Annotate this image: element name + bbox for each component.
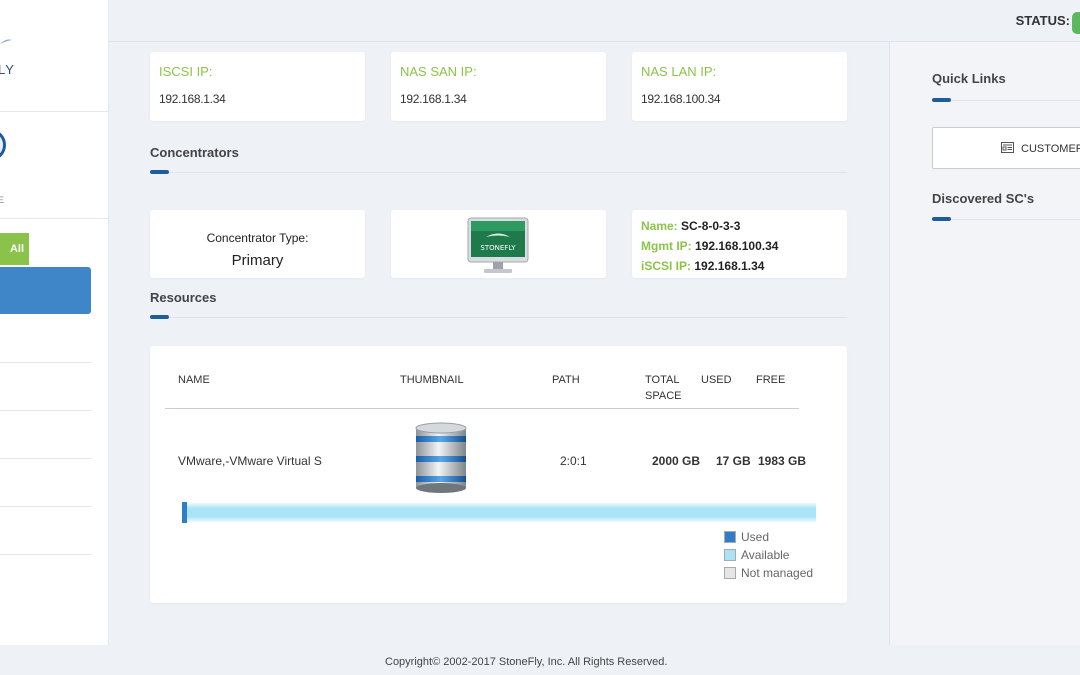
nas-lan-ip-value: 192.168.100.34 [641, 92, 721, 106]
nav-item[interactable] [0, 363, 91, 411]
concentrators-title: Concentrators [150, 145, 239, 160]
resource-total: 2000 GB [652, 454, 701, 468]
section-divider [932, 219, 1080, 220]
customer-button-label: CUSTOMER [1021, 143, 1080, 155]
user-role-text: E [0, 195, 5, 205]
concentrator-details-card: Name: SC-8-0-3-3 Mgmt IP: 192.168.100.34… [632, 210, 847, 278]
nav-item[interactable] [0, 507, 91, 555]
nas-lan-ip-label: NAS LAN IP: [641, 64, 717, 79]
nas-san-ip-value: 192.168.1.34 [400, 92, 467, 106]
section-accent [150, 315, 169, 319]
legend-available-label: Available [741, 548, 790, 562]
resource-free: 1983 GB [758, 454, 807, 468]
column-header-free: FREE [756, 374, 786, 386]
mgmt-ip-value: 192.168.100.34 [695, 239, 779, 253]
usage-bar [182, 502, 816, 523]
nav-item-active[interactable] [0, 267, 91, 314]
sidebar: LY E All [0, 0, 109, 645]
monitor-brand-text: STONEFLY [480, 244, 516, 252]
legend-swatch-available [724, 549, 736, 561]
legend-swatch-not-managed [724, 567, 736, 579]
resources-title: Resources [150, 290, 217, 305]
section-accent [932, 98, 951, 102]
concentrator-mgmt-ip-row: Mgmt IP: 192.168.100.34 [641, 239, 778, 253]
database-icon [415, 422, 467, 493]
legend-available: Available [724, 548, 789, 562]
legend-not-managed-label: Not managed [741, 566, 814, 580]
discovered-scs-title: Discovered SC's [932, 191, 1035, 206]
quick-links-title: Quick Links [932, 71, 1006, 86]
iscsi-ip-card: ISCSI IP: 192.168.1.34 [150, 52, 365, 121]
logo-wing-icon [0, 39, 12, 44]
concentrator-iscsi-ip-row: iSCSI IP: 192.168.1.34 [641, 259, 764, 273]
concentrator-type-value: Primary [231, 252, 284, 269]
legend-used-label: Used [741, 530, 770, 544]
view-all-button[interactable]: All [0, 233, 29, 265]
nas-san-ip-card: NAS SAN IP: 192.168.1.34 [391, 52, 606, 121]
column-header-thumbnail: THUMBNAIL [400, 374, 464, 386]
resource-path: 2:0:1 [560, 454, 587, 468]
iscsi-ip-value-detail: 192.168.1.34 [694, 259, 765, 273]
footer: Copyright© 2002-2017 StoneFly, Inc. All … [0, 645, 1080, 675]
table-header-divider [165, 408, 799, 409]
section-divider [150, 172, 847, 173]
iscsi-ip-value: 192.168.1.34 [159, 92, 226, 106]
section-accent [150, 170, 169, 174]
section-accent [932, 217, 951, 221]
column-header-used: USED [701, 374, 732, 386]
iscsi-ip-label: ISCSI IP: [159, 64, 213, 79]
resource-used: 17 GB [716, 454, 751, 468]
iscsi-ip-key: iSCSI IP: [641, 259, 692, 273]
column-header-total-line2: SPACE [645, 390, 682, 402]
legend-used: Used [724, 530, 769, 544]
column-header-path: PATH [552, 374, 580, 386]
nav-item[interactable] [0, 459, 91, 507]
document-icon [1001, 142, 1014, 156]
column-header-total-line1: TOTAL [645, 374, 680, 386]
nas-lan-ip-card: NAS LAN IP: 192.168.100.34 [632, 52, 847, 121]
user-area: E [0, 113, 108, 219]
concentrator-image-card: STONEFLY [391, 210, 606, 278]
concentrator-name-value: SC-8-0-3-3 [681, 219, 741, 233]
concentrator-type-card: Concentrator Type: Primary [150, 210, 365, 278]
usage-bar-used-fill [182, 502, 188, 523]
nav-item[interactable] [0, 315, 91, 363]
column-header-total: TOTAL SPACE [645, 372, 681, 404]
resource-name: VMware,-VMware Virtual S [178, 454, 322, 468]
concentrator-name-row: Name: SC-8-0-3-3 [641, 219, 740, 233]
nav-item[interactable] [0, 411, 91, 459]
concentrator-name-key: Name: [641, 219, 678, 233]
section-divider [932, 100, 1080, 101]
top-bar: STATUS: [109, 0, 1080, 42]
column-header-name: NAME [178, 374, 210, 386]
legend-swatch-used [724, 531, 736, 543]
resources-table-card: NAME THUMBNAIL PATH TOTAL SPACE USED FRE… [150, 346, 847, 603]
nas-san-ip-label: NAS SAN IP: [400, 64, 477, 79]
monitor-icon: STONEFLY [467, 217, 529, 273]
concentrator-type-label: Concentrator Type: [206, 231, 309, 245]
right-panel: Quick Links CUSTOMER Discovered SC's [889, 42, 1080, 645]
avatar[interactable] [0, 129, 6, 161]
section-divider [150, 317, 847, 318]
customer-button[interactable]: CUSTOMER [932, 127, 1080, 169]
mgmt-ip-key: Mgmt IP: [641, 239, 692, 253]
logo-text: LY [0, 62, 15, 77]
copyright-text: Copyright© 2002-2017 StoneFly, Inc. All … [385, 656, 668, 668]
legend-not-managed: Not managed [724, 566, 813, 580]
logo-area: LY [0, 0, 108, 112]
status-label: STATUS: [1015, 13, 1070, 28]
status-indicator-icon [1072, 12, 1080, 34]
